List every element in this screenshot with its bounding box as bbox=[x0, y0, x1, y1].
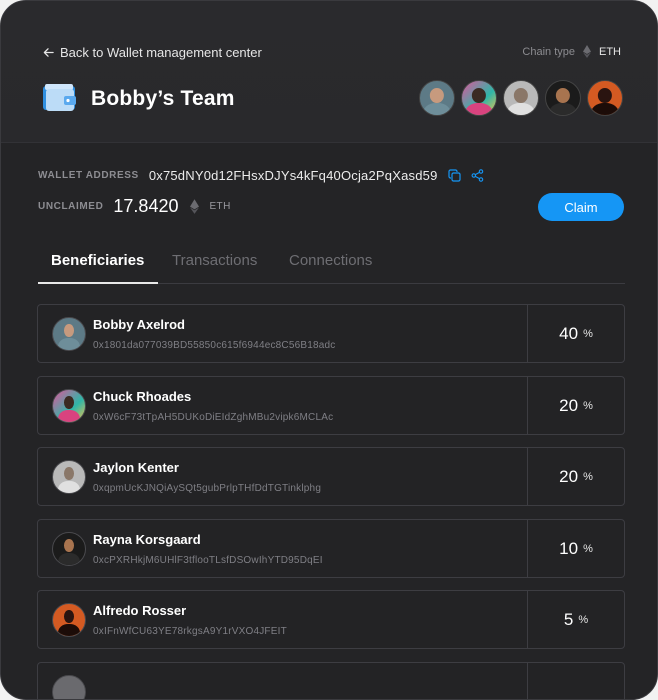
chain-type-value: ETH bbox=[599, 45, 621, 58]
avatar bbox=[52, 532, 86, 566]
beneficiary-address: 0x1801da077039BD55850c615f6944ec8C56B18a… bbox=[93, 340, 336, 351]
list-item[interactable]: Chuck Rhoades 0xW6cF73tTpAH5DUKoDiEIdZgh… bbox=[37, 376, 625, 435]
wallet-address-row: WALLET ADDRESS 0x75dNY0d12FHsxDJYs4kFq40… bbox=[38, 168, 484, 183]
beneficiary-address: 0xW6cF73tTpAH5DUKoDiEIdZghMBu2vipk6MCLAc bbox=[93, 412, 334, 423]
beneficiary-info: Chuck Rhoades 0xW6cF73tTpAH5DUKoDiEIdZgh… bbox=[38, 377, 528, 434]
beneficiary-info: Jaylon Kenter 0xqpmUcKJNQiAySQt5gubPrlpT… bbox=[38, 448, 528, 505]
avatar[interactable] bbox=[419, 80, 455, 116]
share-value: 40 bbox=[559, 323, 579, 343]
share-value: 10 bbox=[559, 538, 579, 558]
wallet-panel: Back to Wallet management center Chain t… bbox=[0, 0, 658, 700]
wallet-icon bbox=[43, 84, 76, 111]
back-link-label: Back to Wallet management center bbox=[60, 45, 262, 60]
share-value: 5 bbox=[563, 609, 574, 629]
avatar[interactable] bbox=[587, 80, 623, 116]
share-value: 20 bbox=[559, 466, 579, 486]
unclaimed-row: UNCLAIMED 17.8420 ETH bbox=[38, 196, 231, 217]
beneficiary-name: Bobby Axelrod bbox=[93, 317, 185, 332]
page-title: Bobby’s Team bbox=[91, 87, 235, 110]
beneficiary-share: 10 % bbox=[528, 520, 624, 577]
wallet-address-label: WALLET ADDRESS bbox=[38, 170, 139, 181]
beneficiary-address: 0xcPXRHkjM6UHlF3tflooTLsfDSOwIhYTD95DqEI bbox=[93, 555, 323, 566]
beneficiary-name: Chuck Rhoades bbox=[93, 389, 192, 404]
avatar[interactable] bbox=[503, 80, 539, 116]
beneficiary-name: Alfredo Rosser bbox=[93, 603, 187, 618]
beneficiary-share: 40 % bbox=[528, 305, 624, 362]
percent-sign: % bbox=[583, 470, 593, 483]
beneficiary-info: Bobby Axelrod 0x1801da077039BD55850c615f… bbox=[38, 305, 528, 362]
beneficiary-info: Rayna Korsgaard 0xcPXRHkjM6UHlF3tflooTLs… bbox=[38, 520, 528, 577]
ethereum-icon bbox=[190, 199, 200, 214]
beneficiary-name: Rayna Korsgaard bbox=[93, 532, 201, 547]
avatar bbox=[52, 389, 86, 423]
percent-sign: % bbox=[578, 613, 589, 626]
member-avatars bbox=[419, 80, 623, 116]
beneficiary-info bbox=[38, 663, 528, 699]
avatar bbox=[52, 675, 86, 699]
beneficiary-info: Alfredo Rosser 0xIFnWfCU63YE78rkgsA9Y1rV… bbox=[38, 591, 528, 648]
tab-beneficiaries[interactable]: Beneficiaries bbox=[51, 252, 144, 269]
tab-transactions[interactable]: Transactions bbox=[172, 252, 257, 269]
beneficiary-share: 5 % bbox=[528, 591, 624, 648]
beneficiary-name: Jaylon Kenter bbox=[93, 460, 179, 475]
unclaimed-unit: ETH bbox=[209, 201, 231, 212]
chain-type: Chain type ETH bbox=[522, 45, 621, 58]
list-item[interactable]: Bobby Axelrod 0x1801da077039BD55850c615f… bbox=[37, 304, 625, 363]
list-item[interactable] bbox=[37, 662, 625, 699]
arrow-left-icon bbox=[43, 48, 54, 57]
back-link[interactable]: Back to Wallet management center bbox=[43, 45, 262, 60]
list-item[interactable]: Alfredo Rosser 0xIFnWfCU63YE78rkgsA9Y1rV… bbox=[37, 590, 625, 649]
avatar bbox=[52, 317, 86, 351]
percent-sign: % bbox=[583, 399, 593, 412]
percent-sign: % bbox=[583, 542, 593, 555]
chain-type-label: Chain type bbox=[522, 45, 575, 58]
list-item[interactable]: Rayna Korsgaard 0xcPXRHkjM6UHlF3tflooTLs… bbox=[37, 519, 625, 578]
avatar[interactable] bbox=[461, 80, 497, 116]
beneficiary-address: 0xIFnWfCU63YE78rkgsA9Y1rVXO4JFEIT bbox=[93, 626, 287, 637]
tab-bar: Beneficiaries Transactions Connections bbox=[38, 246, 625, 286]
beneficiary-share: 20 % bbox=[528, 448, 624, 505]
claim-button[interactable]: Claim bbox=[538, 193, 624, 221]
wallet-address: 0x75dNY0d12FHsxDJYs4kFq40Ocja2PqXasd59 bbox=[148, 168, 438, 183]
copy-icon[interactable] bbox=[447, 169, 461, 182]
percent-sign: % bbox=[583, 327, 593, 340]
beneficiary-address: 0xqpmUcKJNQiAySQt5gubPrlpTHfDdTGTinklphg bbox=[93, 483, 322, 494]
active-tab-indicator bbox=[38, 282, 158, 284]
list-item[interactable]: Jaylon Kenter 0xqpmUcKJNQiAySQt5gubPrlpT… bbox=[37, 447, 625, 506]
beneficiary-share bbox=[528, 663, 624, 699]
ethereum-icon bbox=[583, 45, 591, 58]
unclaimed-amount: 17.8420 bbox=[113, 196, 179, 216]
beneficiary-share: 20 % bbox=[528, 377, 624, 434]
share-icon[interactable] bbox=[471, 169, 484, 182]
unclaimed-label: UNCLAIMED bbox=[38, 201, 104, 212]
avatar bbox=[52, 460, 86, 494]
tab-connections[interactable]: Connections bbox=[289, 252, 372, 269]
team-header: Back to Wallet management center Chain t… bbox=[1, 1, 657, 143]
avatar bbox=[52, 603, 86, 637]
avatar[interactable] bbox=[545, 80, 581, 116]
share-value: 20 bbox=[559, 395, 579, 415]
